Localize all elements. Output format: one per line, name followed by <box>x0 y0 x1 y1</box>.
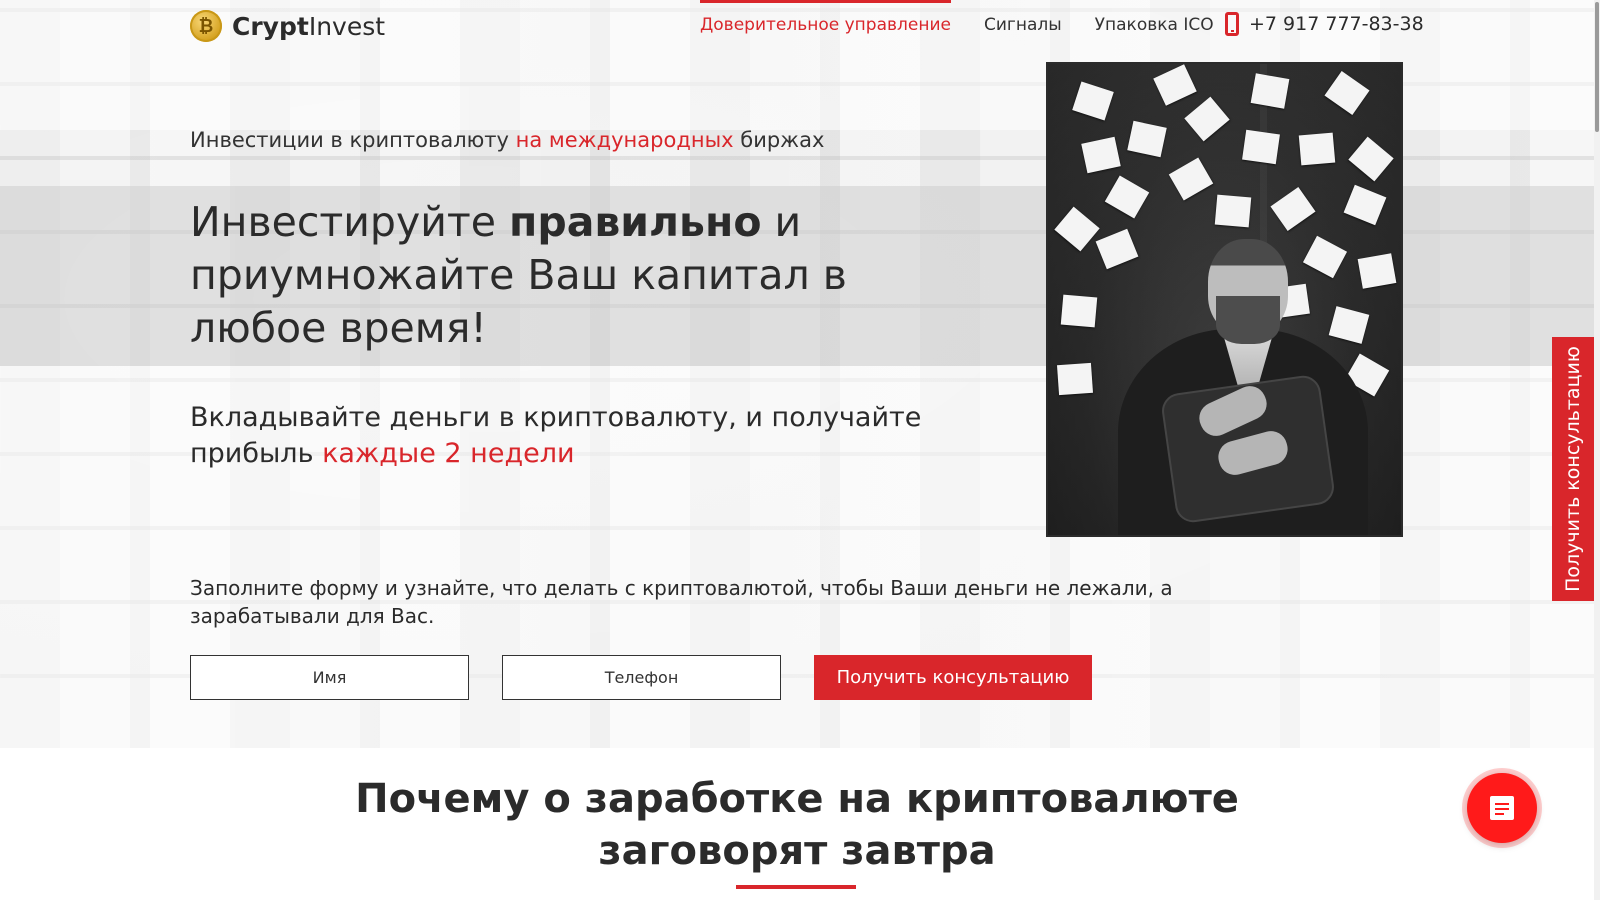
eyebrow-before: Инвестиции в криптовалюту <box>190 128 516 152</box>
nav-item-ico-packaging[interactable]: Упаковка ICO <box>1095 0 1214 50</box>
title-underline <box>736 885 856 889</box>
eyebrow-after: биржах <box>733 128 825 152</box>
paper-note <box>1357 253 1397 289</box>
phone-number: +7 917 777-83-38 <box>1249 13 1424 35</box>
get-consultation-button[interactable]: Получить консультацию <box>814 655 1092 700</box>
logo-name-bold: Crypt <box>232 11 309 41</box>
consultation-form: Получить консультацию <box>190 655 1092 700</box>
nav-item-signals[interactable]: Сигналы <box>984 0 1062 50</box>
site-logo[interactable]: ₿ CryptInvest <box>190 9 385 43</box>
paper-note <box>1242 129 1280 165</box>
hero-eyebrow: Инвестиции в криптовалюту на международн… <box>190 128 824 152</box>
section-title: Почему о заработке на криптовалюте загов… <box>0 773 1594 877</box>
paper-note <box>1214 194 1252 228</box>
hero-photo <box>1046 62 1403 537</box>
section-title-line2: заговорят завтра <box>598 828 996 874</box>
nav-item-trust-management[interactable]: Доверительное управление <box>700 0 951 50</box>
bitcoin-coin-icon: ₿ <box>190 10 222 42</box>
main-nav: Доверительное управление Сигналы Упаковк… <box>700 0 1247 50</box>
logo-text: CryptInvest <box>232 12 385 41</box>
scrollbar[interactable] <box>1594 0 1600 900</box>
headline-part1: Инвестируйте <box>190 198 510 246</box>
scrollbar-thumb[interactable] <box>1595 2 1599 132</box>
side-consultation-tab[interactable]: Получить консультацию <box>1552 337 1594 601</box>
section-title-line1: Почему о заработке на криптовалюте <box>355 776 1239 822</box>
chat-button[interactable] <box>1467 773 1537 843</box>
phone-link[interactable]: +7 917 777-83-38 <box>1225 12 1424 36</box>
name-input[interactable] <box>190 655 469 700</box>
paper-note <box>1060 294 1098 328</box>
hero-headline: Инвестируйте правильно и приумножайте Ва… <box>190 196 910 355</box>
phone-icon <box>1225 12 1239 36</box>
side-tab-label: Получить консультацию <box>1562 346 1585 592</box>
paper-note <box>1298 132 1336 166</box>
eyebrow-highlight: на международных <box>515 128 734 152</box>
phone-input[interactable] <box>502 655 781 700</box>
form-description: Заполните форму и узнайте, что делать с … <box>190 576 1173 628</box>
person-beard <box>1216 296 1280 344</box>
paper-note <box>1250 73 1290 109</box>
headline-bold: правильно <box>509 198 762 246</box>
logo-name-regular: Invest <box>308 11 386 41</box>
chat-icon <box>1490 796 1514 820</box>
paper-note <box>1056 362 1094 396</box>
subline-highlight: каждые 2 недели <box>322 438 575 469</box>
hero-subline: Вкладывайте деньги в криптовалюту, и пол… <box>190 400 950 472</box>
